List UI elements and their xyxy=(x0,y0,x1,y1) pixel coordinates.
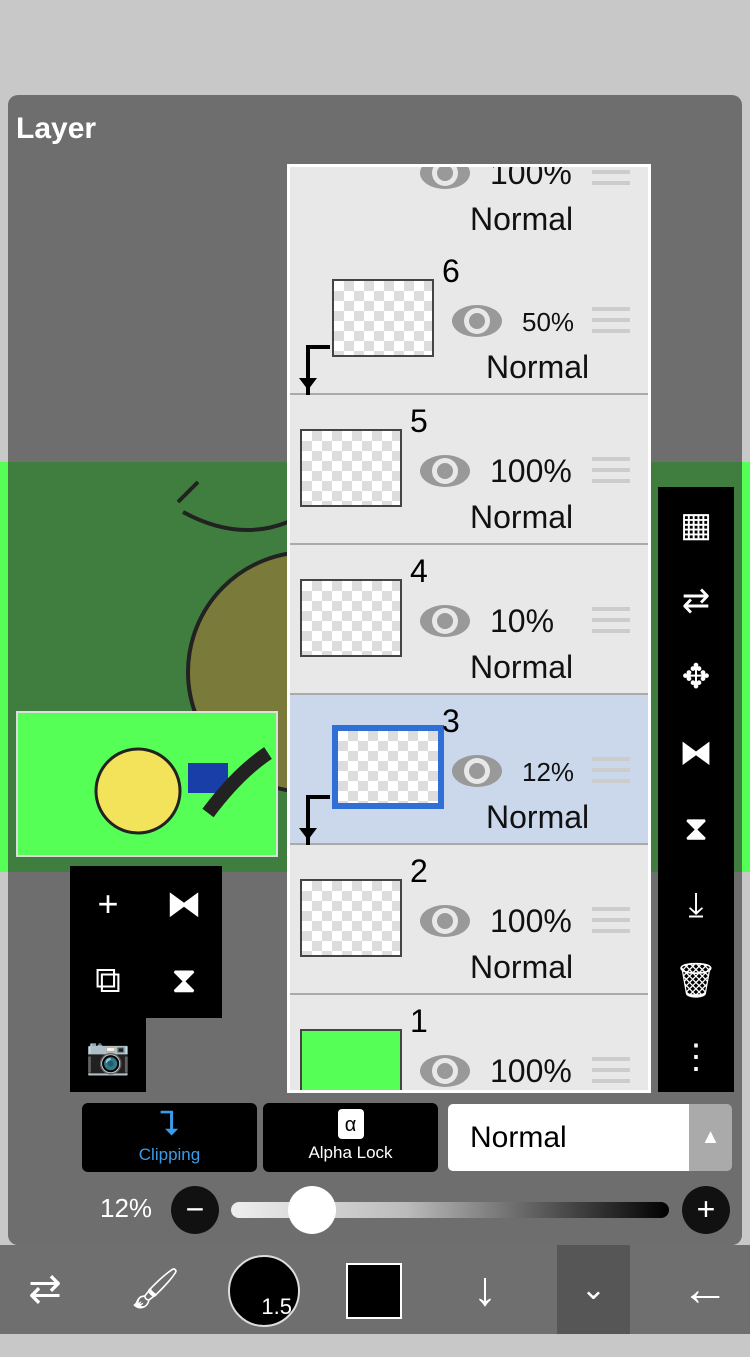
layer-opacity: 100% xyxy=(490,167,572,191)
drag-handle-icon[interactable] xyxy=(592,457,630,483)
swap-tool-icon[interactable]: ⇄ xyxy=(10,1245,80,1334)
visibility-eye-icon[interactable] xyxy=(452,755,502,787)
layer-row[interactable]: 100% Normal xyxy=(290,167,648,247)
clipping-button[interactable]: ⮧ Clipping xyxy=(82,1103,257,1172)
layer-thumbnail[interactable] xyxy=(300,879,402,957)
layer-thumbnail[interactable] xyxy=(300,1029,402,1090)
layer-number: 4 xyxy=(410,553,428,589)
brush-icon[interactable]: 🖌 xyxy=(120,1245,190,1334)
layer-blend-mode: Normal xyxy=(470,949,574,985)
opacity-slider-thumb[interactable] xyxy=(287,1186,336,1234)
layer-blend-mode: Normal xyxy=(470,649,574,685)
opacity-value: 12% xyxy=(100,1193,153,1223)
layer-opacity: 12% xyxy=(522,757,575,787)
merge-down-icon[interactable]: ⤓ xyxy=(658,867,734,943)
transparent-background-icon[interactable]: ▦ xyxy=(658,487,734,563)
move-icon[interactable]: ✥ xyxy=(658,639,734,715)
layer-thumbnail[interactable] xyxy=(332,725,444,809)
clipping-arrow-icon: ⮧ xyxy=(159,1105,180,1143)
add-layer-icon[interactable]: + xyxy=(70,866,146,942)
layer-blend-mode: Normal xyxy=(486,799,590,835)
layer-row[interactable]: 3 12% Normal xyxy=(290,695,648,845)
drag-handle-icon[interactable] xyxy=(592,907,630,933)
trash-icon[interactable]: 🗑 xyxy=(658,943,734,1019)
layer-thumbnail[interactable] xyxy=(300,579,402,657)
bottom-toolbar: ⇄ 🖌 1.5 ↓ ⌄ ← xyxy=(0,1245,750,1334)
layer-row[interactable]: 4 10% Normal xyxy=(290,545,648,695)
panel-title: Layer xyxy=(16,112,97,145)
layer-thumbnail[interactable] xyxy=(300,429,402,507)
layer-opacity: 100% xyxy=(490,453,572,489)
layer-number: 2 xyxy=(410,853,428,889)
collapse-panel-icon[interactable]: ⌄ xyxy=(557,1245,630,1334)
visibility-eye-icon[interactable] xyxy=(420,455,470,487)
layer-thumbnail[interactable] xyxy=(332,279,434,357)
blend-mode-select[interactable]: Normal xyxy=(448,1104,689,1171)
opacity-decrease-button[interactable]: − xyxy=(171,1186,219,1234)
layer-opacity: 50% xyxy=(522,307,575,337)
alpha-lock-button[interactable]: α Alpha Lock xyxy=(263,1103,438,1172)
flip-horizontal-icon[interactable]: ⧓ xyxy=(146,866,222,942)
layer-number: 3 xyxy=(442,703,460,739)
flip-horizontal-icon[interactable]: ⧓ xyxy=(658,715,734,791)
color-swatch[interactable] xyxy=(346,1263,402,1319)
layer-opacity: 100% xyxy=(490,903,572,939)
opacity-increase-button[interactable]: + xyxy=(682,1186,730,1234)
right-toolbar: ▦ ⇄ ✥ ⧓ ⧗ ⤓ 🗑 ⋮ xyxy=(658,487,734,1092)
camera-icon[interactable]: 📷 xyxy=(70,1018,146,1092)
arrow-down-icon[interactable]: ↓ xyxy=(450,1245,520,1334)
clipping-label: Clipping xyxy=(138,1145,201,1164)
drag-handle-icon[interactable] xyxy=(592,607,630,633)
layer-opacity: 10% xyxy=(490,603,555,639)
layer-number: 6 xyxy=(442,253,460,289)
layer-row[interactable]: 2 100% Normal xyxy=(290,845,648,995)
layer-row[interactable]: 5 100% Normal xyxy=(290,395,648,545)
drag-handle-icon[interactable] xyxy=(592,307,630,333)
layer-number: 5 xyxy=(410,403,428,439)
move-layer-icon[interactable]: ⇄ xyxy=(658,563,734,639)
layer-list[interactable]: 100% Normal 6 50% Normal 5 100% Normal 4… xyxy=(287,164,651,1093)
more-icon[interactable]: ⋮ xyxy=(658,1019,734,1095)
brush-size-button[interactable]: 1.5 xyxy=(228,1255,300,1327)
visibility-eye-icon[interactable] xyxy=(420,905,470,937)
drag-handle-icon[interactable] xyxy=(592,757,630,783)
layer-blend-mode: Normal xyxy=(470,201,574,237)
lock-icon: α xyxy=(337,1109,364,1139)
visibility-eye-icon[interactable] xyxy=(420,1055,470,1087)
layer-blend-mode: Normal xyxy=(470,499,574,535)
visibility-eye-icon[interactable] xyxy=(452,305,502,337)
flip-vertical-icon[interactable]: ⧗ xyxy=(658,791,734,867)
layer-row[interactable]: 1 100% xyxy=(290,995,648,1090)
duplicate-layer-icon[interactable]: ⧉ xyxy=(70,942,146,1018)
flip-vertical-icon[interactable]: ⧗ xyxy=(146,942,222,1018)
canvas-preview-thumbnail[interactable] xyxy=(16,711,278,857)
clipping-indicator-icon xyxy=(299,795,330,845)
blend-mode-dropdown-icon[interactable]: ▲ xyxy=(689,1104,732,1171)
back-arrow-icon[interactable]: ← xyxy=(670,1245,740,1334)
visibility-eye-icon[interactable] xyxy=(420,605,470,637)
drag-handle-icon[interactable] xyxy=(592,1057,630,1083)
layer-blend-mode: Normal xyxy=(486,349,590,385)
layer-opacity: 100% xyxy=(490,1053,572,1089)
drag-handle-icon[interactable] xyxy=(592,167,630,185)
layer-row[interactable]: 6 50% Normal xyxy=(290,245,648,395)
layer-number: 1 xyxy=(410,1003,428,1039)
alpha-lock-label: Alpha Lock xyxy=(308,1143,393,1162)
clipping-indicator-icon xyxy=(299,345,330,395)
visibility-eye-icon[interactable] xyxy=(420,167,470,189)
